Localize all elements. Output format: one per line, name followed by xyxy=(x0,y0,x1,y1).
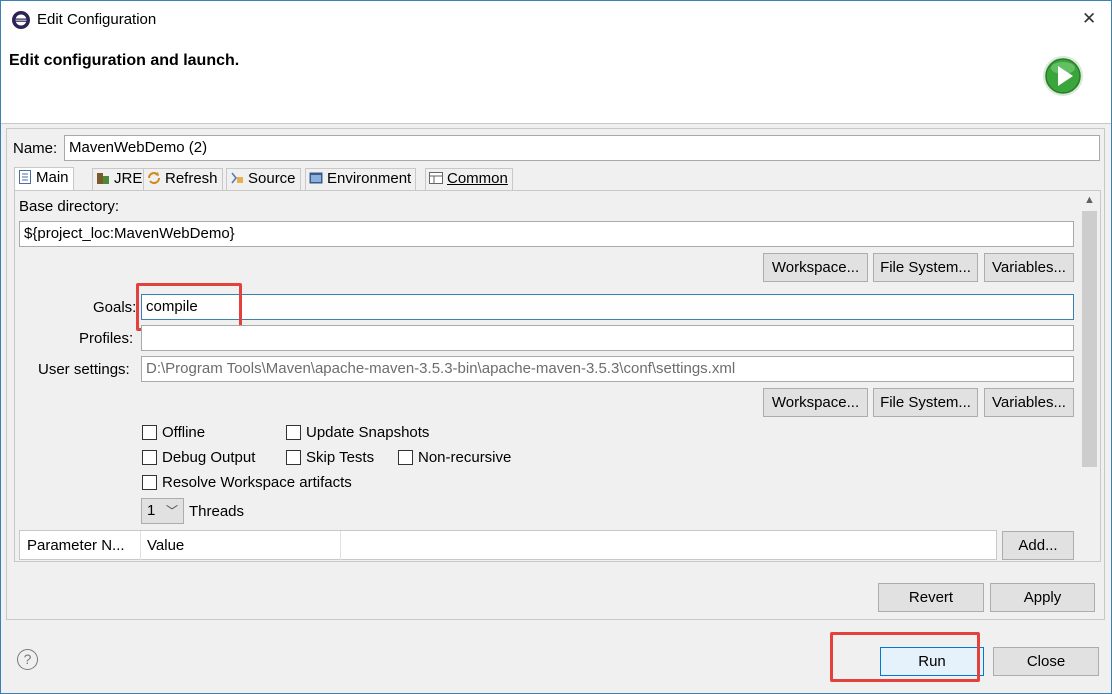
eclipse-app-icon xyxy=(11,10,31,30)
name-label: Name: xyxy=(13,140,58,157)
workspace-button-settings-label: Workspace... xyxy=(771,394,860,411)
title-bar: Edit Configuration ✕ xyxy=(1,1,1111,39)
variables-button-base-label: Variables... xyxy=(992,259,1066,276)
tab-common[interactable]: Common xyxy=(425,168,513,190)
debug-output-checkbox[interactable] xyxy=(142,450,157,465)
column-divider xyxy=(340,531,341,560)
banner-heading: Edit configuration and launch. xyxy=(9,52,240,69)
threads-select[interactable]: 1 ﹀ xyxy=(141,498,184,524)
edit-configuration-window: Edit Configuration ✕ Edit configuration … xyxy=(0,0,1112,694)
skip-tests-checkbox[interactable] xyxy=(286,450,301,465)
non-recursive-checkbox[interactable] xyxy=(398,450,413,465)
scroll-up-icon[interactable]: ▲ xyxy=(1084,194,1095,206)
tab-main-label: Main xyxy=(36,169,69,186)
main-tab-icon xyxy=(18,170,32,184)
run-highlight-box xyxy=(830,632,980,682)
workspace-button-settings[interactable]: Workspace... xyxy=(763,388,868,417)
tab-main[interactable]: Main xyxy=(14,167,74,191)
chevron-down-icon: ﹀ xyxy=(166,504,179,518)
tab-source-label: Source xyxy=(248,170,296,187)
base-directory-input[interactable]: ${project_loc:MavenWebDemo} xyxy=(19,221,1074,247)
profiles-input[interactable] xyxy=(141,325,1074,351)
resolve-workspace-checkbox[interactable] xyxy=(142,475,157,490)
variables-button-settings-label: Variables... xyxy=(992,394,1066,411)
header-banner: Edit configuration and launch. xyxy=(1,39,1111,124)
help-icon[interactable]: ? xyxy=(17,649,38,670)
tab-source[interactable]: Source xyxy=(226,168,301,190)
profiles-label: Profiles: xyxy=(79,330,134,347)
param-col-value-header[interactable]: Value xyxy=(147,537,184,554)
add-parameter-button[interactable]: Add... xyxy=(1002,531,1074,560)
tab-jre-label: JRE xyxy=(114,170,143,187)
goals-input[interactable]: compile xyxy=(141,294,1074,320)
apply-button-label: Apply xyxy=(1023,589,1062,606)
debug-output-label[interactable]: Debug Output xyxy=(162,449,255,466)
name-input[interactable]: MavenWebDemo (2) xyxy=(64,135,1100,161)
tab-environment-label: Environment xyxy=(327,170,412,187)
update-snapshots-checkbox[interactable] xyxy=(286,425,301,440)
offline-checkbox[interactable] xyxy=(142,425,157,440)
variables-button-base[interactable]: Variables... xyxy=(984,253,1074,282)
tab-jre[interactable]: JRE xyxy=(92,168,148,190)
tab-environment[interactable]: Environment xyxy=(305,168,417,190)
help-glyph: ? xyxy=(23,651,32,667)
threads-select-value: 1 xyxy=(147,502,156,519)
common-icon xyxy=(429,171,443,185)
vertical-scrollbar[interactable]: ▲ xyxy=(1080,193,1099,560)
tab-refresh-label: Refresh xyxy=(165,170,218,187)
scrollbar-thumb[interactable] xyxy=(1082,211,1097,467)
environment-icon xyxy=(309,171,323,185)
file-system-button-base[interactable]: File System... xyxy=(873,253,978,282)
revert-button[interactable]: Revert xyxy=(878,583,984,612)
variables-button-settings[interactable]: Variables... xyxy=(984,388,1074,417)
close-button[interactable]: Close xyxy=(993,647,1099,676)
add-parameter-button-label: Add... xyxy=(1018,537,1058,554)
close-button-label: Close xyxy=(1026,653,1066,670)
param-col-name-header[interactable]: Parameter N... xyxy=(27,537,125,554)
user-settings-input[interactable]: D:\Program Tools\Maven\apache-maven-3.5.… xyxy=(141,356,1074,382)
refresh-icon xyxy=(147,171,161,185)
run-launch-icon xyxy=(1041,54,1085,98)
goals-highlight-box xyxy=(136,283,242,331)
file-system-button-settings-label: File System... xyxy=(880,394,971,411)
goals-label: Goals: xyxy=(93,299,137,316)
skip-tests-label[interactable]: Skip Tests xyxy=(306,449,374,466)
non-recursive-label[interactable]: Non-recursive xyxy=(418,449,511,466)
source-icon xyxy=(230,171,244,185)
window-title: Edit Configuration xyxy=(37,11,157,28)
user-settings-label: User settings: xyxy=(38,361,130,378)
workspace-button-base-label: Workspace... xyxy=(771,259,860,276)
update-snapshots-label[interactable]: Update Snapshots xyxy=(306,424,429,441)
tab-common-label: Common xyxy=(447,170,508,187)
offline-label[interactable]: Offline xyxy=(162,424,205,441)
column-divider xyxy=(140,531,141,560)
apply-button[interactable]: Apply xyxy=(990,583,1095,612)
workspace-button-base[interactable]: Workspace... xyxy=(763,253,868,282)
tab-refresh[interactable]: Refresh xyxy=(143,168,223,190)
jre-icon xyxy=(96,171,110,185)
file-system-button-settings[interactable]: File System... xyxy=(873,388,978,417)
threads-label: Threads xyxy=(189,503,245,520)
parameter-table[interactable]: Parameter N... Value xyxy=(19,530,997,560)
file-system-button-base-label: File System... xyxy=(880,259,971,276)
base-directory-label: Base directory: xyxy=(19,198,120,215)
window-close-icon[interactable]: ✕ xyxy=(1082,9,1096,29)
resolve-workspace-label[interactable]: Resolve Workspace artifacts xyxy=(162,474,352,491)
revert-button-label: Revert xyxy=(908,589,954,606)
